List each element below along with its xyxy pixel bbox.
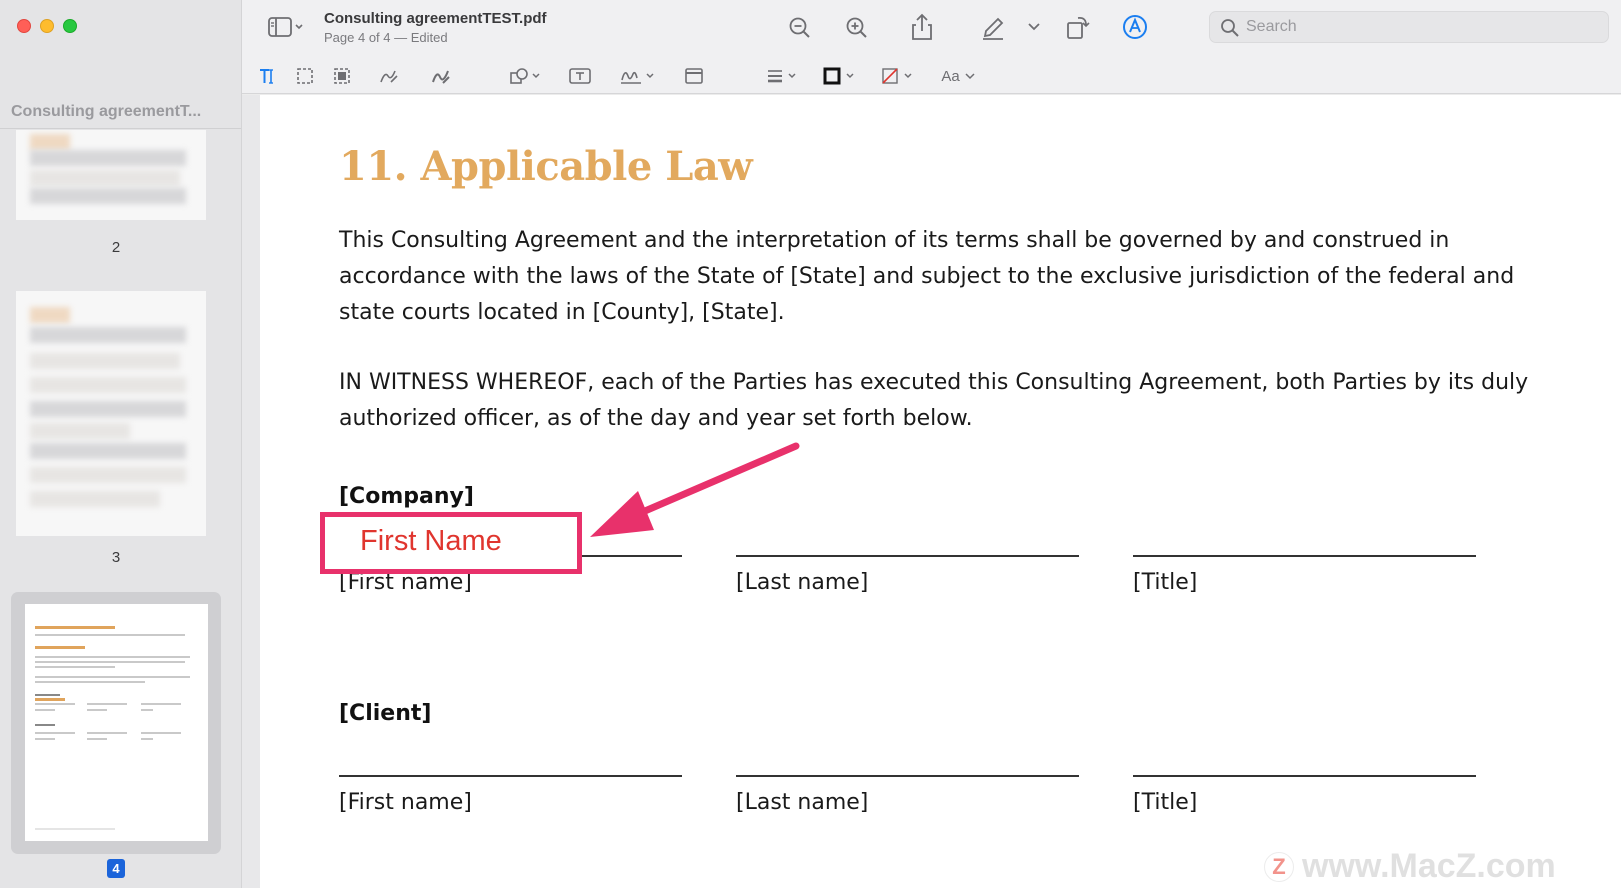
zoom-button[interactable]	[63, 19, 77, 33]
company-title-line	[1133, 555, 1476, 557]
thumbnail-sidebar: Consulting agreementT... 2 3 4	[0, 0, 242, 888]
page-thumbnail-4-selected[interactable]	[11, 592, 221, 854]
text-selection-icon[interactable]	[256, 65, 278, 87]
page-thumbnail-2[interactable]	[16, 130, 206, 220]
preview-window: Consulting agreementT... 2 3 4 Consultin…	[0, 0, 1621, 888]
search-input[interactable]	[1246, 17, 1596, 37]
sidebar-title: Consulting agreementT...	[11, 103, 202, 120]
markup-toolbar: Aa	[242, 56, 1621, 94]
search-icon	[1220, 18, 1240, 43]
witness-paragraph: IN WITNESS WHEREOF, each of the Parties …	[339, 370, 1529, 431]
page-label-3: 3	[111, 549, 121, 566]
rectangular-selection-icon[interactable]	[294, 65, 316, 87]
zoom-out-icon[interactable]	[786, 14, 814, 42]
share-icon[interactable]	[908, 12, 936, 42]
line-style-icon[interactable]	[764, 65, 800, 87]
window-controls	[17, 19, 77, 33]
client-title-label: [Title]	[1133, 790, 1198, 815]
highlight-pen-icon[interactable]	[979, 12, 1007, 42]
pointer-arrow-icon	[590, 442, 800, 537]
company-label: [Company]	[339, 484, 474, 509]
sketch-icon[interactable]	[378, 65, 400, 87]
company-last-name-label: [Last name]	[736, 570, 869, 595]
client-label: [Client]	[339, 701, 432, 726]
first-name-text-annotation[interactable]: First Name	[320, 512, 582, 574]
zoom-in-icon[interactable]	[843, 14, 871, 42]
page-thumbnail-3[interactable]	[16, 291, 206, 536]
close-button[interactable]	[17, 19, 31, 33]
company-title-label: [Title]	[1133, 570, 1198, 595]
text-box-icon[interactable]	[568, 65, 592, 87]
watermark: Z www.MacZ.com	[1264, 847, 1556, 886]
page-thumbnail-4	[25, 604, 208, 841]
governing-law-paragraph: This Consulting Agreement and the interp…	[339, 228, 1515, 325]
pdf-page: 11. Applicable Law This Consulting Agree…	[260, 95, 1621, 888]
sidebar-divider	[0, 128, 241, 129]
chevron-down-icon	[965, 73, 975, 80]
markup-icon[interactable]	[1120, 12, 1150, 42]
sidebar-toggle-icon[interactable]	[266, 14, 308, 40]
border-color-icon[interactable]	[821, 65, 859, 87]
shapes-icon[interactable]	[508, 65, 544, 87]
note-icon[interactable]	[683, 65, 705, 87]
document-viewer[interactable]: 11. Applicable Law This Consulting Agree…	[242, 95, 1621, 888]
redact-icon[interactable]	[331, 65, 353, 87]
watermark-text: www.MacZ.com	[1302, 847, 1556, 885]
rotate-icon[interactable]	[1064, 12, 1092, 42]
search-field[interactable]	[1209, 11, 1609, 43]
section-heading: 11. Applicable Law	[339, 143, 753, 190]
client-first-name-label: [First name]	[339, 790, 472, 815]
client-last-name-line	[736, 775, 1079, 777]
fill-color-icon[interactable]	[879, 65, 917, 87]
text-style-button[interactable]: Aa	[939, 64, 979, 88]
text-style-label: Aa	[941, 67, 960, 85]
title-bar: Consulting agreementTEST.pdf Page 4 of 4…	[242, 0, 1621, 56]
client-last-name-label: [Last name]	[736, 790, 869, 815]
client-title-line	[1133, 775, 1476, 777]
draw-icon[interactable]	[430, 65, 452, 87]
chevron-down-icon[interactable]	[1026, 18, 1042, 36]
page-label-4: 4	[107, 859, 125, 878]
signature-icon[interactable]	[618, 65, 658, 87]
client-first-name-line	[339, 775, 682, 777]
document-status: Page 4 of 4 — Edited	[324, 30, 448, 45]
page-label-2: 2	[111, 239, 121, 256]
first-name-text[interactable]: First Name	[360, 525, 502, 558]
watermark-logo-icon: Z	[1264, 851, 1294, 882]
document-title: Consulting agreementTEST.pdf	[324, 10, 547, 27]
minimize-button[interactable]	[40, 19, 54, 33]
